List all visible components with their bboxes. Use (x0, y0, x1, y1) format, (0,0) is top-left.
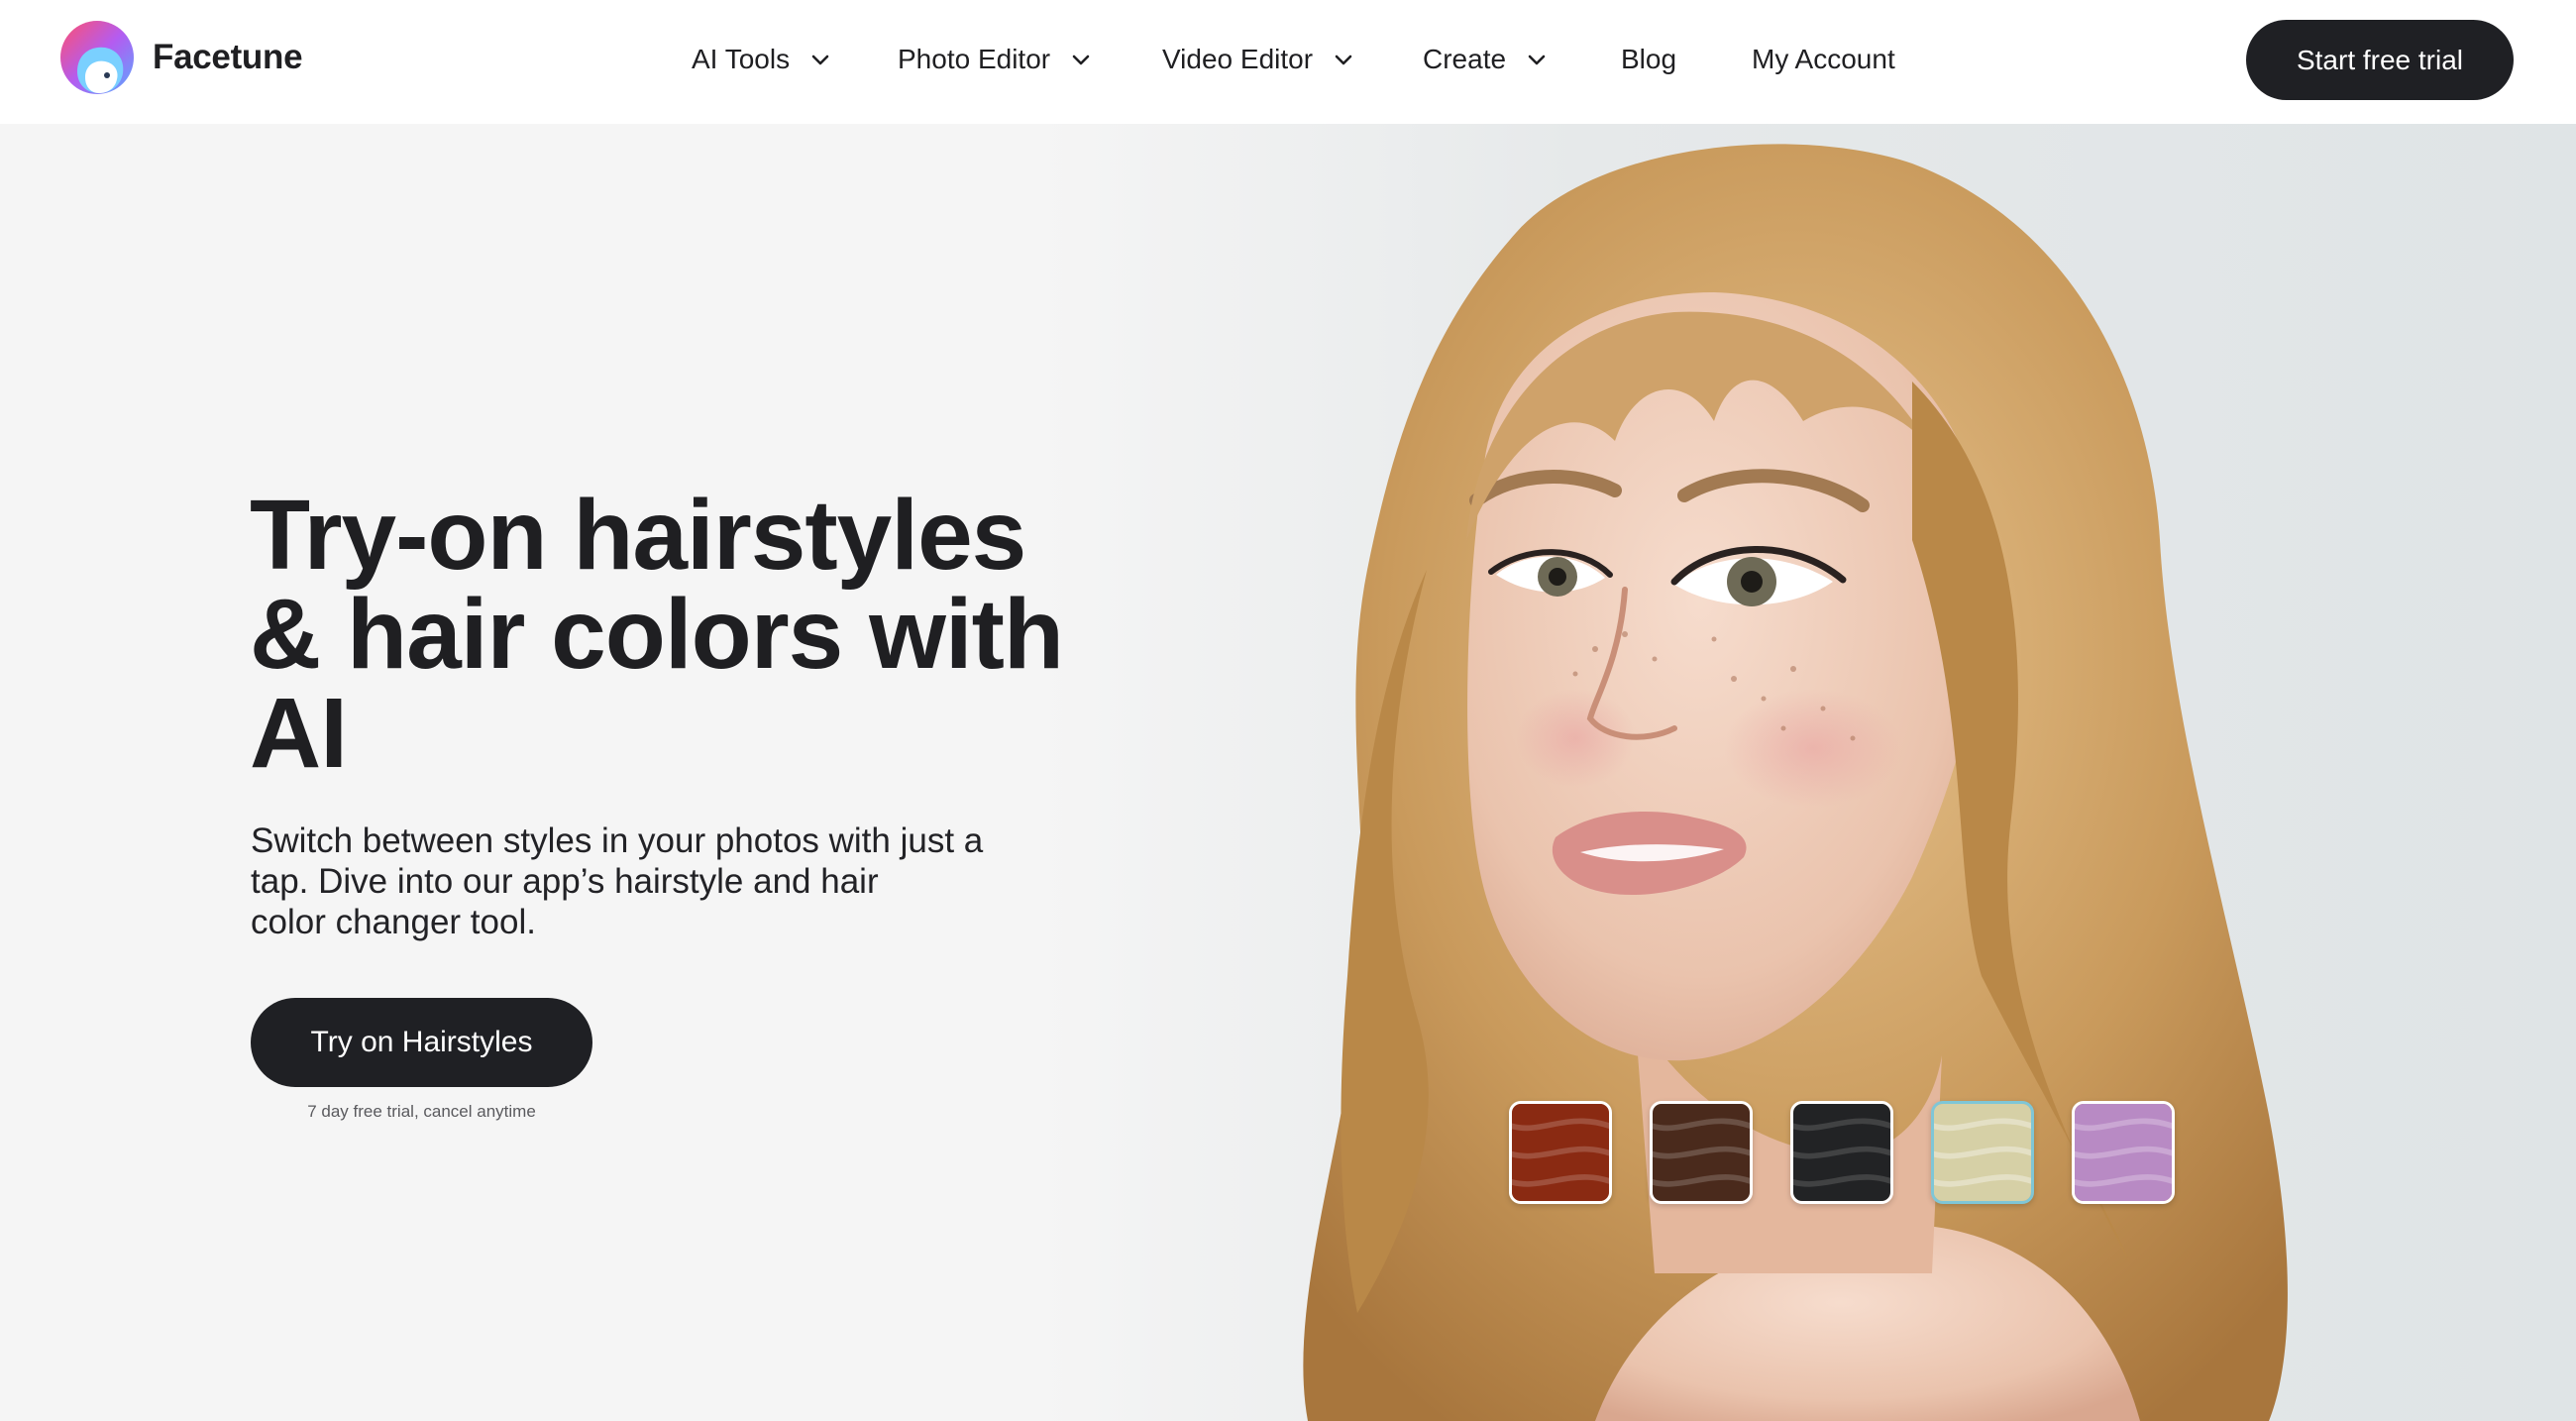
facetune-logo[interactable]: Facetune (55, 20, 303, 95)
nav-item-label: Create (1423, 44, 1507, 74)
hair-color-swatches (1509, 1101, 2175, 1204)
trial-note: 7 day free trial, cancel anytime (307, 1102, 536, 1121)
subtitle-line: Switch between styles in your photos wit… (251, 821, 984, 860)
nav-item-label: Photo Editor (898, 44, 1051, 74)
hair-swatch-red[interactable] (1509, 1101, 1612, 1204)
subtitle-line: color changer tool. (251, 903, 536, 941)
hero-model-photo (1040, 124, 2576, 1421)
brand-name: Facetune (153, 38, 303, 76)
chevron-down-icon (811, 55, 829, 65)
nav-item-create[interactable]: Create (1423, 38, 1548, 81)
headline-line: Try-on hairstyles (250, 480, 1026, 591)
chevron-down-icon (1072, 55, 1090, 65)
hair-swatch-lavender[interactable] (2072, 1101, 2175, 1204)
nav-item-label: My Account (1752, 44, 1895, 74)
hero-section: Try-on hairstyles & hair colors with AI … (0, 124, 2576, 1421)
start-free-trial-button[interactable]: Start free trial (2246, 20, 2514, 100)
try-on-hairstyles-button[interactable]: Try on Hairstyles (251, 998, 592, 1087)
headline-line: & hair colors with (250, 579, 1064, 690)
top-navigation: Facetune AI Tools Photo Editor Video Edi… (0, 0, 2576, 124)
nav-menu: AI Tools Photo Editor Video Editor Creat… (0, 0, 2576, 119)
hair-swatch-black[interactable] (1790, 1101, 1893, 1204)
nav-item-ai-tools[interactable]: AI Tools (692, 38, 831, 81)
headline-line: AI (250, 678, 348, 789)
nav-item-label: Video Editor (1162, 44, 1314, 74)
chevron-down-icon (1528, 55, 1546, 65)
subtitle-line: tap. Dive into our app’s hairstyle and h… (251, 862, 879, 901)
chevron-down-icon (1335, 55, 1352, 65)
nav-item-my-account[interactable]: My Account (1752, 38, 1895, 81)
nav-item-video-editor[interactable]: Video Editor (1162, 38, 1354, 81)
nav-item-label: AI Tools (692, 44, 791, 74)
hair-swatch-platinum-blonde[interactable] (1931, 1101, 2034, 1204)
hair-swatch-brown[interactable] (1650, 1101, 1753, 1204)
hero-subtitle: Switch between styles in your photos wit… (251, 820, 1004, 942)
facetune-logo-icon (60, 21, 134, 94)
nav-item-blog[interactable]: Blog (1621, 38, 1676, 81)
nav-item-photo-editor[interactable]: Photo Editor (898, 38, 1092, 81)
hero-headline: Try-on hairstyles & hair colors with AI (250, 480, 1064, 789)
nav-item-label: Blog (1621, 44, 1677, 74)
